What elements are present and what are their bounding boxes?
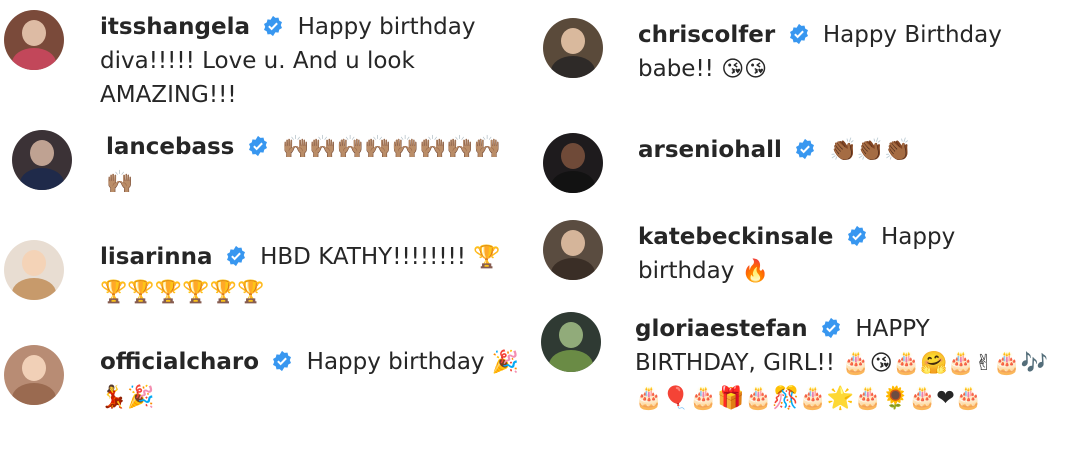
avatar[interactable] — [12, 130, 72, 190]
verified-badge-icon — [796, 138, 815, 160]
verified-badge-icon — [847, 225, 866, 247]
verified-badge-icon — [273, 350, 292, 372]
verified-badge-icon — [248, 135, 267, 157]
username[interactable]: chriscolfer — [638, 22, 775, 48]
comment-lisarinna: lisarinna HBD KATHY!!!!!!!! 🏆🏆🏆🏆🏆🏆🏆 — [4, 240, 520, 310]
avatar[interactable] — [4, 10, 64, 70]
avatar[interactable] — [541, 312, 601, 372]
username[interactable]: lancebass — [106, 134, 234, 160]
avatar[interactable] — [543, 220, 603, 280]
comment-katebeckinsale: katebeckinsale Happy birthday 🔥 — [543, 220, 1038, 289]
comment-text: Happy birthday — [306, 349, 485, 375]
username[interactable]: itsshangela — [100, 14, 250, 40]
comment-text: HBD KATHY!!!!!!!! — [260, 244, 466, 270]
avatar[interactable] — [543, 133, 603, 193]
avatar[interactable] — [4, 240, 64, 300]
username[interactable]: gloriaestefan — [635, 316, 808, 342]
comment-arseniohall: arseniohall 👏🏾👏🏾👏🏾 — [543, 133, 1038, 193]
comment-officialcharo: officialcharo Happy birthday 🎉💃🎉 — [4, 345, 520, 415]
verified-badge-icon — [789, 23, 808, 45]
username[interactable]: katebeckinsale — [638, 224, 833, 250]
username[interactable]: lisarinna — [100, 244, 212, 270]
comment-chriscolfer: chriscolfer Happy Birthday babe!! 😘😘 — [543, 18, 1038, 87]
emoji-text: 👏🏾👏🏾👏🏾 — [829, 138, 912, 163]
comment-gloriaestefan: gloriaestefan HAPPY BIRTHDAY, GIRL!! 🎂😘🎂… — [541, 312, 1055, 416]
username[interactable]: arseniohall — [638, 137, 782, 163]
comment-lancebass: lancebass 🙌🏽🙌🏽🙌🏽🙌🏽🙌🏽🙌🏽🙌🏽🙌🏽🙌🏽 — [12, 130, 516, 200]
verified-badge-icon — [226, 245, 245, 267]
username[interactable]: officialcharo — [100, 349, 259, 375]
verified-badge-icon — [822, 317, 840, 339]
verified-badge-icon — [264, 15, 283, 37]
emoji-text: 😘😘 — [721, 57, 768, 82]
comment-itsshangela: itsshangela Happy birthday diva!!!!! Lov… — [4, 10, 520, 112]
avatar[interactable] — [543, 18, 603, 78]
avatar[interactable] — [4, 345, 64, 405]
emoji-text: 🔥 — [741, 259, 770, 284]
